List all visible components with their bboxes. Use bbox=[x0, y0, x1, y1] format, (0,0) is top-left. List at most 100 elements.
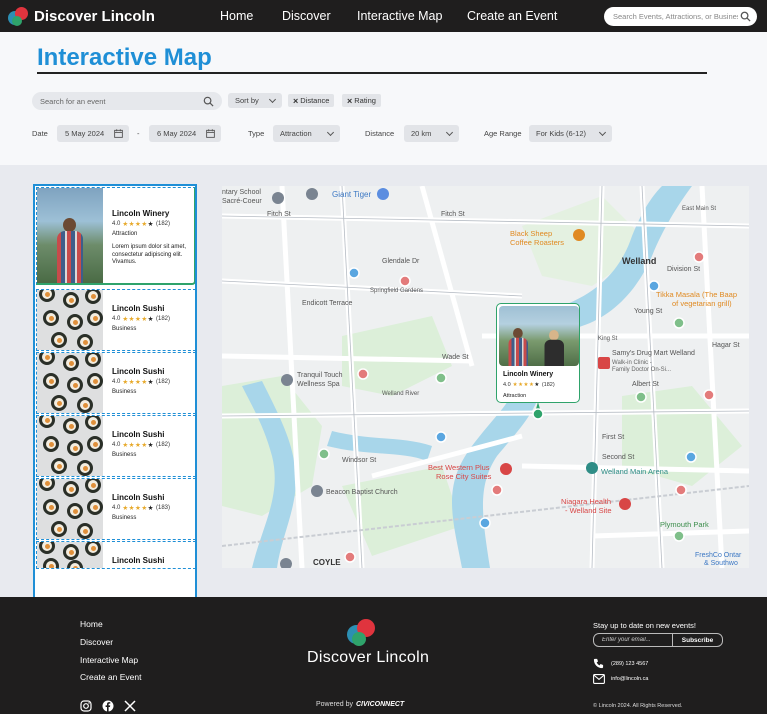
site-footer: Home Discover Interactive Map Create an … bbox=[0, 597, 767, 714]
date-from-field[interactable]: 5 May 2024 bbox=[57, 125, 129, 142]
contact-phone[interactable]: (289) 123 4567 bbox=[611, 661, 648, 667]
listing-title: Lincoln Winery bbox=[112, 209, 170, 218]
rating-value: 4.0 bbox=[112, 379, 121, 385]
rating-count: (183) bbox=[155, 505, 170, 511]
search-icon[interactable] bbox=[740, 11, 751, 22]
listing-rating: 4.0 ★★★★★ (182) bbox=[112, 220, 170, 228]
subscribe-button[interactable]: Subscribe bbox=[672, 633, 723, 647]
rating-count: (182) bbox=[155, 379, 170, 385]
footer-link-interactive-map[interactable]: Interactive Map bbox=[80, 655, 138, 665]
listing-description: Lorem ipsum dolor sit amet, consectetur … bbox=[112, 244, 187, 265]
phone-icon bbox=[593, 658, 604, 669]
popup-rating: 4.0 ★★★★★ (182) bbox=[503, 382, 555, 388]
map-label: - Welland Site bbox=[565, 506, 612, 515]
global-search[interactable] bbox=[604, 7, 757, 26]
listing-category: Attraction bbox=[112, 231, 138, 237]
map-label: Beacon Baptist Church bbox=[326, 489, 398, 496]
nav-home[interactable]: Home bbox=[220, 9, 253, 23]
map-label: Hagar St bbox=[712, 342, 740, 349]
close-icon[interactable]: × bbox=[293, 96, 298, 106]
newsletter-email-field[interactable] bbox=[593, 633, 673, 647]
listing-title: Lincoln Sushi bbox=[112, 493, 165, 502]
sort-by-label: Sort by bbox=[235, 96, 259, 105]
map-label: Wellness Spa bbox=[297, 381, 340, 388]
map-label: Wade St bbox=[442, 354, 469, 361]
chevron-down-icon bbox=[326, 128, 335, 136]
listing-card-sushi[interactable]: Lincoln Sushi 4.0 ★★★★★ (182) Business bbox=[36, 415, 195, 477]
newsletter-email-input[interactable] bbox=[602, 637, 672, 643]
footer-link-discover[interactable]: Discover bbox=[80, 637, 113, 647]
listing-card-sushi[interactable]: Lincoln Sushi 4.0 ★★★★★ (182) Business bbox=[36, 289, 195, 351]
facebook-icon[interactable] bbox=[102, 700, 114, 712]
date-from-value: 5 May 2024 bbox=[65, 129, 105, 138]
map-label: East Main St bbox=[682, 206, 717, 212]
search-icon[interactable] bbox=[203, 96, 214, 107]
filter-tag-distance[interactable]: × Distance bbox=[288, 94, 335, 107]
map-label: ntary School bbox=[222, 189, 261, 196]
global-search-input[interactable] bbox=[613, 12, 738, 21]
type-dropdown[interactable]: Attraction bbox=[273, 125, 340, 142]
contact-email[interactable]: info@lincoln.ca bbox=[611, 676, 648, 682]
map-label: Giant Tiger bbox=[332, 190, 372, 199]
rating-count: (182) bbox=[155, 442, 170, 448]
map-label: FreshCo Ontar bbox=[695, 552, 742, 559]
listing-rating: 4.0 ★★★★★ (182) bbox=[112, 315, 170, 323]
title-divider bbox=[37, 72, 707, 74]
age-range-dropdown[interactable]: For Kids (6-12) bbox=[529, 125, 612, 142]
map-label: Family Doctor On-Si... bbox=[612, 367, 672, 373]
event-search[interactable] bbox=[32, 92, 222, 110]
map-label: Plymouth Park bbox=[660, 520, 709, 529]
age-range-label: Age Range bbox=[484, 129, 522, 138]
listing-thumbnail bbox=[37, 479, 103, 539]
map-label: Glendale Dr bbox=[382, 258, 420, 265]
event-search-input[interactable] bbox=[40, 96, 190, 106]
type-value: Attraction bbox=[280, 129, 312, 138]
nav-discover[interactable]: Discover bbox=[282, 9, 331, 23]
popup-title: Lincoln Winery bbox=[503, 371, 554, 378]
filter-tag-label: Distance bbox=[300, 96, 330, 105]
distance-value: 20 km bbox=[411, 129, 432, 138]
listing-card-sushi[interactable]: Lincoln Sushi bbox=[36, 541, 195, 569]
civiconnect-logo[interactable]: CIVICONNECT bbox=[356, 701, 404, 708]
map-label: Rose City Suites bbox=[436, 472, 492, 481]
calendar-icon[interactable] bbox=[114, 129, 123, 138]
listing-panel[interactable]: Lincoln Winery 4.0 ★★★★★ (182) Attractio… bbox=[33, 184, 197, 599]
rating-value: 4.0 bbox=[503, 382, 511, 388]
footer-brand: Discover Lincoln bbox=[307, 649, 430, 666]
interactive-map[interactable]: ntary School Sacré-Coeur Giant Tiger Fit… bbox=[222, 186, 749, 568]
powered-by: Powered by CIVICONNECT bbox=[316, 701, 404, 708]
popup-category: Attraction bbox=[503, 393, 527, 399]
nav-interactive-map[interactable]: Interactive Map bbox=[357, 9, 442, 23]
footer-link-home[interactable]: Home bbox=[80, 619, 103, 629]
listing-thumbnail bbox=[37, 188, 103, 283]
sort-by-dropdown[interactable]: Sort by bbox=[228, 93, 282, 108]
nav-create-event[interactable]: Create an Event bbox=[467, 9, 557, 23]
map-label: Springfield Gardens bbox=[370, 288, 424, 294]
instagram-icon[interactable] bbox=[80, 700, 92, 712]
filter-tag-rating[interactable]: × Rating bbox=[342, 94, 381, 107]
chevron-down-icon bbox=[268, 95, 276, 103]
listing-rating: 4.0 ★★★★★ (183) bbox=[112, 504, 170, 512]
rating-value: 4.0 bbox=[112, 221, 121, 227]
rating-count: (182) bbox=[155, 316, 170, 322]
star-rating-icon: ★★★★★ bbox=[122, 221, 154, 228]
listing-card-sushi[interactable]: Lincoln Sushi 4.0 ★★★★★ (183) Business bbox=[36, 478, 195, 540]
type-label: Type bbox=[248, 129, 265, 138]
listing-category: Business bbox=[112, 515, 137, 521]
map-label: Albert St bbox=[632, 381, 659, 388]
rating-count: (182) bbox=[541, 382, 555, 388]
date-to-field[interactable]: 6 May 2024 bbox=[149, 125, 221, 142]
listing-card-sushi[interactable]: Lincoln Sushi 4.0 ★★★★★ (182) Business bbox=[36, 352, 195, 414]
calendar-icon[interactable] bbox=[206, 129, 215, 138]
distance-dropdown[interactable]: 20 km bbox=[404, 125, 459, 142]
close-icon[interactable]: × bbox=[347, 96, 352, 106]
map-popup-winery[interactable]: Lincoln Winery 4.0 ★★★★★ (182) Attractio… bbox=[496, 303, 580, 403]
star-rating-icon: ★★★★★ bbox=[512, 382, 540, 388]
map-label: Samy's Drug Mart Welland bbox=[612, 350, 695, 357]
map-label: Black Sheep bbox=[510, 229, 553, 238]
brand-logo[interactable]: Discover Lincoln bbox=[8, 5, 155, 27]
map-label: Walk-in Clinic - bbox=[612, 360, 652, 366]
x-twitter-icon[interactable] bbox=[124, 700, 136, 712]
listing-card-winery[interactable]: Lincoln Winery 4.0 ★★★★★ (182) Attractio… bbox=[36, 187, 195, 285]
footer-link-create-event[interactable]: Create an Event bbox=[80, 672, 141, 682]
